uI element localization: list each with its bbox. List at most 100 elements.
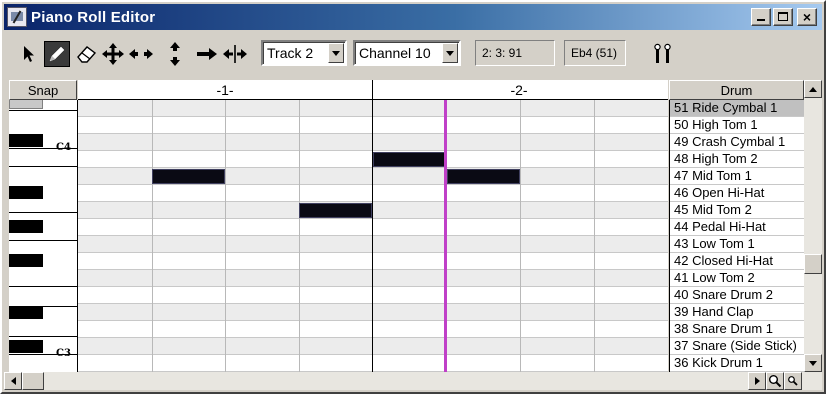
- zoom-out-button[interactable]: [784, 372, 802, 390]
- horizontal-scale-icon: [223, 45, 247, 63]
- vertical-arrows-icon: [170, 42, 180, 66]
- tuning-fork-icon: [654, 43, 671, 63]
- note-high-tom-2-bar2[interactable]: [373, 152, 446, 167]
- drum-item-50[interactable]: 50 High Tom 1: [670, 117, 804, 134]
- close-icon: ×: [802, 9, 812, 25]
- channel-dropdown-chevron-down-icon[interactable]: [442, 43, 458, 63]
- piano-roll-pane: Snap -1- -2- C4 C3 Drum 51 Ride Cymbal 1…: [4, 78, 822, 372]
- scroll-right-button[interactable]: [748, 372, 766, 390]
- channel-select-value: Channel 10: [359, 45, 431, 61]
- move-tool-button[interactable]: [100, 41, 126, 67]
- zoom-in-button[interactable]: [766, 372, 784, 390]
- key-divider: [9, 166, 77, 167]
- note-mid-tom-1-bar1[interactable]: [152, 169, 225, 184]
- right-arrow-tool-button[interactable]: [194, 41, 220, 67]
- drum-item-36[interactable]: 36 Kick Drum 1: [670, 355, 804, 372]
- note-mid-tom-2-bar1[interactable]: [299, 203, 372, 218]
- piano-roll-editor-window: Piano Roll Editor × Track 2 Channel 10 2…: [0, 0, 826, 394]
- grid-row-49: [78, 134, 668, 151]
- track-select-value: Track 2: [267, 45, 314, 61]
- title-bar[interactable]: Piano Roll Editor ×: [4, 4, 822, 30]
- drum-item-45[interactable]: 45 Mid Tom 2: [670, 202, 804, 219]
- drum-item-47[interactable]: 47 Mid Tom 1: [670, 168, 804, 185]
- scroll-left-button[interactable]: [4, 372, 22, 390]
- channel-select[interactable]: Channel 10: [353, 40, 461, 66]
- vertical-move-tool-button[interactable]: [162, 41, 188, 67]
- eraser-icon: [77, 46, 97, 63]
- grid-row-44: [78, 219, 668, 236]
- black-key[interactable]: [9, 134, 43, 147]
- black-key[interactable]: [9, 186, 43, 199]
- key-label-c3: C3: [56, 348, 71, 359]
- drum-item-43[interactable]: 43 Low Tom 1: [670, 236, 804, 253]
- right-arrow-icon: [197, 48, 217, 60]
- piano-keyboard[interactable]: C4 C3: [9, 100, 78, 372]
- grid-row-37: [78, 338, 668, 355]
- grid-row-38: [78, 321, 668, 338]
- minimize-button[interactable]: [751, 8, 771, 26]
- drum-column-header[interactable]: Drum: [669, 80, 804, 100]
- scroll-down-button[interactable]: [804, 354, 822, 372]
- note-grid[interactable]: [78, 100, 668, 372]
- maximize-button[interactable]: [773, 8, 793, 26]
- tuning-button[interactable]: [650, 41, 676, 67]
- beat-line: [520, 100, 521, 372]
- black-key[interactable]: [9, 340, 43, 353]
- key-divider: [9, 286, 77, 287]
- bar-line: [372, 100, 373, 372]
- key-divider: [9, 336, 77, 337]
- track-select[interactable]: Track 2: [261, 40, 347, 66]
- drum-item-38[interactable]: 38 Snare Drum 1: [670, 321, 804, 338]
- arrow-pointer-icon: [24, 46, 34, 62]
- grid-row-36: [78, 355, 668, 372]
- drum-item-39[interactable]: 39 Hand Clap: [670, 304, 804, 321]
- four-way-arrow-icon: [102, 43, 124, 65]
- horizontal-arrows-icon: [129, 49, 153, 59]
- grid-row-39: [78, 304, 668, 321]
- key-label-c4: C4: [56, 142, 71, 153]
- beat-line: [299, 100, 300, 372]
- zoom-in-magnifier-icon: [769, 375, 782, 388]
- drum-name-list[interactable]: 51 Ride Cymbal 1 50 High Tom 1 49 Crash …: [669, 100, 804, 372]
- horizontal-scrollbar[interactable]: [4, 372, 822, 390]
- vertical-scrollbar[interactable]: [804, 80, 822, 372]
- erase-tool-button[interactable]: [74, 41, 100, 67]
- grid-row-42: [78, 253, 668, 270]
- drum-item-42[interactable]: 42 Closed Hi-Hat: [670, 253, 804, 270]
- time-ruler[interactable]: -1- -2-: [78, 80, 668, 100]
- close-button[interactable]: ×: [797, 8, 817, 26]
- draw-tool-button[interactable]: [44, 41, 70, 67]
- toolbar: Track 2 Channel 10 2: 3: 91 Eb4 (51): [4, 32, 822, 76]
- drum-item-48[interactable]: 48 High Tom 2: [670, 151, 804, 168]
- highlighted-key-eb4[interactable]: [9, 100, 43, 109]
- horizontal-scale-tool-button[interactable]: [222, 41, 248, 67]
- note-mid-tom-1-bar2[interactable]: [447, 169, 520, 184]
- vertical-scroll-thumb[interactable]: [804, 254, 822, 274]
- drum-item-41[interactable]: 41 Low Tom 2: [670, 270, 804, 287]
- drum-item-49[interactable]: 49 Crash Cymbal 1: [670, 134, 804, 151]
- pitch-readout: Eb4 (51): [564, 40, 626, 66]
- drum-item-37[interactable]: 37 Snare (Side Stick): [670, 338, 804, 355]
- select-tool-button[interactable]: [16, 41, 42, 67]
- drum-item-51[interactable]: 51 Ride Cymbal 1: [670, 100, 804, 117]
- grid-row-40: [78, 287, 668, 304]
- drum-item-46[interactable]: 46 Open Hi-Hat: [670, 185, 804, 202]
- playback-cursor[interactable]: [444, 100, 447, 372]
- beat-line: [594, 100, 595, 372]
- track-dropdown-chevron-down-icon[interactable]: [328, 43, 344, 63]
- black-key[interactable]: [9, 220, 43, 233]
- piano-roll-app-icon[interactable]: [7, 7, 27, 27]
- scroll-up-button[interactable]: [804, 80, 822, 98]
- drum-item-44[interactable]: 44 Pedal Hi-Hat: [670, 219, 804, 236]
- horizontal-move-tool-button[interactable]: [128, 41, 154, 67]
- bar-2-divider: [372, 80, 373, 100]
- bar-2-label: -2-: [510, 82, 528, 98]
- snap-button[interactable]: Snap: [9, 80, 77, 100]
- beat-line: [152, 100, 153, 372]
- black-key[interactable]: [9, 306, 43, 319]
- grid-row-43: [78, 236, 668, 253]
- drum-item-40[interactable]: 40 Snare Drum 2: [670, 287, 804, 304]
- horizontal-scroll-thumb[interactable]: [22, 372, 44, 390]
- black-key[interactable]: [9, 254, 43, 267]
- grid-row-51: [78, 100, 668, 117]
